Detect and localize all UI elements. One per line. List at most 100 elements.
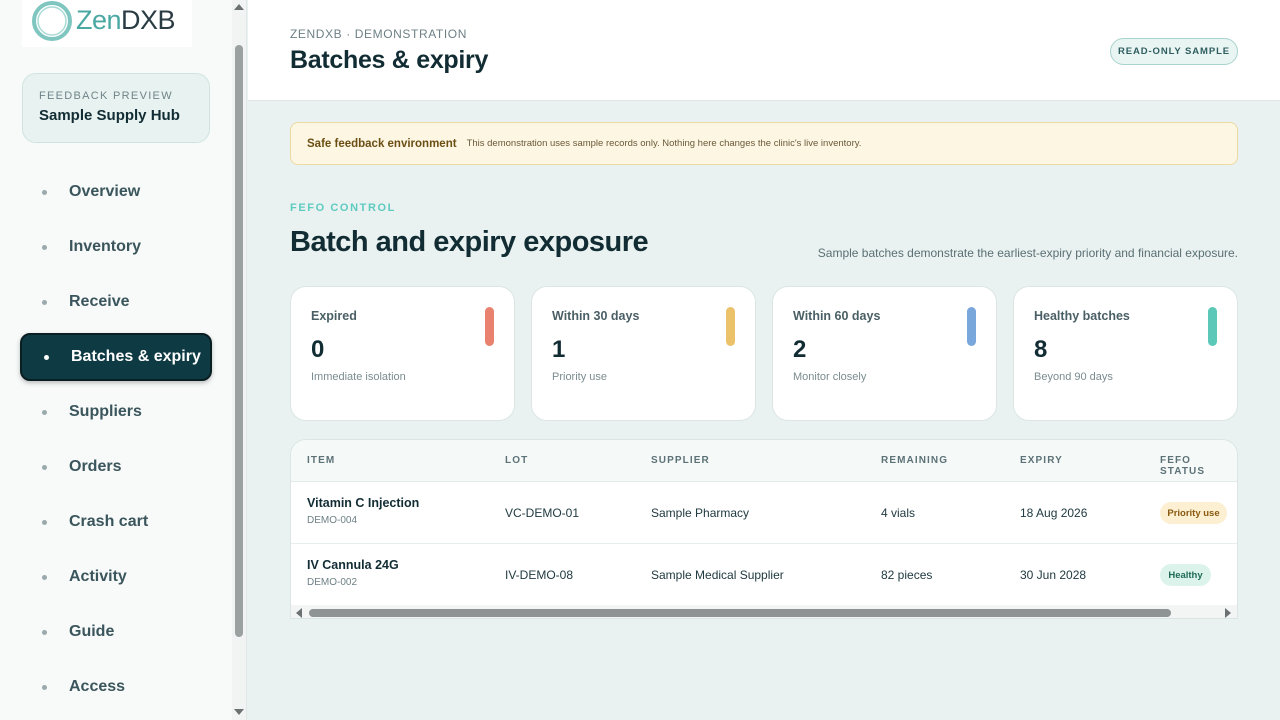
lot-cell: VC-DEMO-01 [505,506,580,520]
card-caption: Monitor closely [793,371,867,383]
card-value: 8 [1034,336,1048,363]
batches-table: ITEM LOT SUPPLIER REMAINING EXPIRY FEFO … [290,439,1238,619]
section-subtitle: Sample batches demonstrate the earliest-… [817,246,1238,260]
hub-title: Sample Supply Hub [39,107,180,124]
sidebar: ZenDXB FEEDBACK PREVIEW Sample Supply Hu… [0,0,232,720]
table-header: ITEM LOT SUPPLIER REMAINING EXPIRY FEFO … [291,440,1237,482]
card-expired: Expired 0 Immediate isolation [290,286,515,421]
status-badge: Priority use [1160,502,1227,524]
scroll-down-arrow-icon[interactable] [234,709,244,715]
card-label: Within 30 days [552,309,640,323]
logo[interactable]: ZenDXB [22,0,192,47]
sidebar-item-label: Overview [69,183,141,200]
scroll-right-arrow-icon[interactable] [1225,608,1231,618]
breadcrumb: ZENDXB · DEMONSTRATION [290,27,467,41]
nav-bullet [44,354,49,360]
card-value: 2 [793,336,807,363]
item-code: DEMO-002 [307,577,358,588]
nav-bullet [42,299,47,305]
sidebar-item-activity[interactable]: Activity [20,553,212,601]
item-name: IV Cannula 24G [307,558,399,572]
sidebar-item-label: Orders [69,458,122,475]
sidebar-item-batches-expiry[interactable]: Batches & expiry [20,333,212,381]
card-indicator [726,307,735,346]
sidebar-nav: Overview Inventory Receive Batches & exp… [20,168,212,718]
sidebar-item-orders[interactable]: Orders [20,443,212,491]
sidebar-item-label: Inventory [69,238,142,255]
card-indicator [485,307,494,346]
safe-environment-notice: Safe feedback environment This demonstra… [290,122,1238,165]
supplier-cell: Sample Pharmacy [651,506,750,520]
card-label: Expired [311,309,357,323]
sidebar-item-label: Activity [69,568,127,585]
sidebar-item-receive[interactable]: Receive [20,278,212,326]
nav-bullet [42,684,47,690]
section-eyebrow: FEFO CONTROL [290,202,396,214]
sidebar-item-inventory[interactable]: Inventory [20,223,212,271]
nav-bullet [42,409,47,415]
card-caption: Immediate isolation [311,371,406,383]
column-header-fefo-status[interactable]: FEFO STATUS [1160,455,1237,477]
sidebar-item-label: Crash cart [69,513,149,530]
card-label: Healthy batches [1034,309,1130,323]
sidebar-item-guide[interactable]: Guide [20,608,212,656]
notice-title: Safe feedback environment [307,137,457,150]
sidebar-item-label: Batches & expiry [71,348,201,365]
column-header-remaining[interactable]: REMAINING [881,455,948,466]
card-within-30-days: Within 30 days 1 Priority use [531,286,756,421]
nav-bullet [42,464,47,470]
nav-bullet [42,629,47,635]
table-row[interactable]: IV Cannula 24G DEMO-002 IV-DEMO-08 Sampl… [291,544,1237,606]
horizontal-scrollbar-thumb[interactable] [309,609,1171,617]
sidebar-item-suppliers[interactable]: Suppliers [20,388,212,436]
expiry-cell: 18 Aug 2026 [1020,506,1088,520]
item-cell: Vitamin C Injection DEMO-004 [307,496,419,526]
item-code: DEMO-004 [307,515,358,526]
sidebar-item-access[interactable]: Access [20,663,212,711]
table-row[interactable]: Vitamin C Injection DEMO-004 VC-DEMO-01 … [291,482,1237,544]
sidebar-item-label: Access [69,678,126,695]
hub-card: FEEDBACK PREVIEW Sample Supply Hub [22,73,210,143]
status-badge: Healthy [1160,564,1211,586]
logo-ring-icon [32,0,72,41]
sidebar-item-label: Guide [69,623,115,640]
card-caption: Beyond 90 days [1034,371,1113,383]
remaining-cell: 4 vials [881,506,916,520]
sidebar-item-crash-cart[interactable]: Crash cart [20,498,212,546]
lot-cell: IV-DEMO-08 [505,568,574,582]
card-value: 1 [552,336,566,363]
notice-text: This demonstration uses sample records o… [466,138,862,149]
sidebar-item-label: Receive [69,293,130,310]
card-indicator [1208,307,1217,346]
column-header-item[interactable]: ITEM [307,455,335,466]
item-name: Vitamin C Injection [307,496,420,510]
column-header-expiry[interactable]: EXPIRY [1020,455,1063,466]
expiry-cell: 30 Jun 2028 [1020,568,1087,582]
remaining-cell: 82 pieces [881,568,933,582]
supplier-cell: Sample Medical Supplier [651,568,784,582]
sidebar-item-overview[interactable]: Overview [20,168,212,216]
table-horizontal-scrollbar[interactable] [291,605,1237,618]
card-healthy-batches: Healthy batches 8 Beyond 90 days [1013,286,1238,421]
nav-bullet [42,574,47,580]
column-header-supplier[interactable]: SUPPLIER [651,455,710,466]
page-header: ZENDXB · DEMONSTRATION Batches & expiry … [248,0,1280,101]
card-caption: Priority use [552,371,608,383]
nav-bullet [42,519,47,525]
sidebar-scrollbar-thumb[interactable] [235,45,243,637]
card-label: Within 60 days [793,309,881,323]
nav-bullet [42,244,47,250]
nav-bullet [42,189,47,195]
item-cell: IV Cannula 24G DEMO-002 [307,558,399,588]
card-value: 0 [311,336,325,363]
scroll-up-arrow-icon[interactable] [234,4,244,10]
hub-eyebrow: FEEDBACK PREVIEW [39,90,173,102]
card-within-60-days: Within 60 days 2 Monitor closely [772,286,997,421]
card-indicator [967,307,976,346]
page-title: Batches & expiry [290,46,489,74]
scroll-left-arrow-icon[interactable] [296,608,302,618]
read-only-badge: READ-ONLY SAMPLE [1110,38,1238,65]
sidebar-item-label: Suppliers [69,403,142,420]
section-title: Batch and expiry exposure [290,226,649,258]
column-header-lot[interactable]: LOT [505,455,528,466]
